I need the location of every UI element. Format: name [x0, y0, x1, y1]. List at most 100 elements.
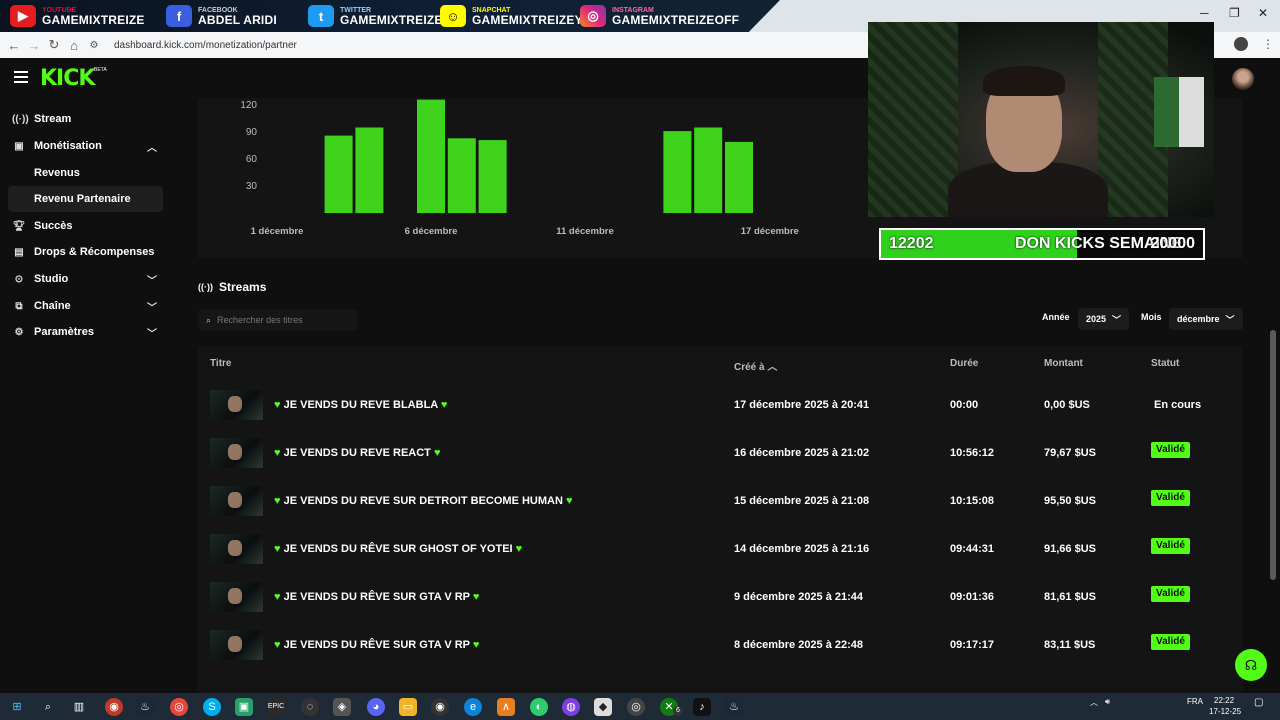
folder-icon[interactable]: ▭: [399, 698, 417, 716]
amount: 95,50 $US: [1044, 495, 1096, 507]
stream-thumbnail[interactable]: [210, 630, 263, 660]
chevron-up-icon[interactable]: ︿: [1090, 697, 1098, 708]
tiktok-icon[interactable]: ♪: [693, 698, 711, 716]
app-icon[interactable]: ∧: [497, 698, 515, 716]
menu-icon[interactable]: ⋮: [1262, 37, 1274, 51]
task-view-icon[interactable]: ▥: [70, 698, 88, 716]
chart-bar[interactable]: [725, 141, 753, 213]
stream-title[interactable]: ♥ JE VENDS DU REVE REACT ♥: [274, 447, 441, 459]
green-heart-icon: ♥: [274, 639, 281, 651]
reload-icon[interactable]: ↻: [44, 37, 64, 53]
clock-date[interactable]: 17-12-25: [1209, 707, 1241, 716]
taskbar: ⊞ ⌕ ▥ ◉ ♨ ◎ S ▣ EPIC ◌ ◈ ◕ ▭ ◉ e ∧ ◐ ◍ ◆…: [0, 693, 1280, 720]
search-icon[interactable]: ⌕: [39, 698, 57, 716]
chart-bar[interactable]: [663, 131, 692, 213]
support-chat-button[interactable]: ☊: [1235, 649, 1267, 681]
stream-thumbnail[interactable]: [210, 534, 263, 564]
column-amount[interactable]: Montant: [1044, 358, 1083, 369]
notification-icon[interactable]: ▢: [1254, 697, 1263, 708]
status-badge: Validé: [1151, 490, 1190, 506]
close-icon[interactable]: ✕: [1258, 6, 1268, 20]
sidebar-item-succes[interactable]: 🏆︎ Succès: [8, 213, 163, 239]
chart-bar[interactable]: [324, 135, 353, 213]
column-created[interactable]: Créé à ︿: [734, 358, 777, 373]
sidebar-item-chaine[interactable]: ⧉ Chaîne ﹀: [8, 293, 163, 319]
stream-title[interactable]: ♥ JE VENDS DU RÊVE SUR GHOST OF YOTEI ♥: [274, 543, 522, 555]
app-icon[interactable]: ◎: [627, 698, 645, 716]
chevron-up-icon: ︿: [147, 142, 157, 154]
edge-icon[interactable]: e: [464, 698, 482, 716]
back-icon[interactable]: ←: [4, 38, 24, 53]
sidebar-item-monetisation[interactable]: ▣ Monétisation ︿: [8, 133, 163, 159]
chart-bar[interactable]: [355, 127, 384, 214]
sidebar-item-studio[interactable]: ⊙ Studio ﹀: [8, 266, 163, 292]
forward-icon[interactable]: →: [24, 38, 44, 53]
sidebar-item-revenus[interactable]: Revenus: [8, 160, 163, 186]
column-duration[interactable]: Durée: [950, 358, 978, 369]
stream-thumbnail[interactable]: [210, 486, 263, 516]
stream-title[interactable]: ♥ JE VENDS DU REVE BLABLA ♥: [274, 399, 447, 411]
epic-games-icon[interactable]: EPIC: [267, 698, 285, 716]
obs-icon[interactable]: ◉: [431, 698, 449, 716]
table-row[interactable]: ♥ JE VENDS DU REVE SUR DETROIT BECOME HU…: [197, 478, 1243, 526]
app-icon[interactable]: ◐: [530, 698, 548, 716]
app-icon[interactable]: ◌: [301, 698, 319, 716]
hamburger-icon[interactable]: [14, 71, 28, 83]
volume-icon[interactable]: 🔊︎: [1105, 697, 1110, 707]
stream-thumbnail[interactable]: [210, 390, 263, 420]
gear-icon: ⚙: [14, 326, 24, 338]
youtube-tag: ▶ YOUTUBE GAMEMIXTREIZE: [10, 3, 145, 29]
stream-thumbnail[interactable]: [210, 438, 263, 468]
minimize-icon[interactable]: ─: [1200, 6, 1209, 20]
table-row[interactable]: ♥ JE VENDS DU RÊVE SUR GTA V RP ♥ 9 déce…: [197, 574, 1243, 622]
steam-icon[interactable]: ♨: [725, 698, 743, 716]
clock-time[interactable]: 22:22: [1214, 696, 1234, 705]
sidebar-item-drops[interactable]: ▤ Drops & Récompenses: [8, 239, 163, 265]
column-title[interactable]: Titre: [210, 358, 232, 369]
search-input[interactable]: ⌕ Rechercher des titres: [198, 309, 358, 331]
app-icon[interactable]: ◈: [333, 698, 351, 716]
column-status[interactable]: Statut: [1151, 358, 1179, 369]
url-field[interactable]: dashboard.kick.com/monetization/partner: [114, 40, 297, 51]
scrollbar[interactable]: [1270, 100, 1276, 690]
stream-title[interactable]: ♥ JE VENDS DU REVE SUR DETROIT BECOME HU…: [274, 495, 573, 507]
facebook-tag: f FACEBOOK ABDEL ARIDI: [166, 3, 277, 29]
language-indicator[interactable]: FRA: [1187, 697, 1203, 706]
stream-title[interactable]: ♥ JE VENDS DU RÊVE SUR GTA V RP ♥: [274, 591, 479, 603]
year-select[interactable]: 2025 ﹀: [1078, 308, 1130, 330]
sidebar-item-stream[interactable]: ((·)) Stream: [8, 106, 163, 132]
chart-bar[interactable]: [417, 99, 445, 213]
windows-start-icon[interactable]: ⊞: [8, 698, 26, 716]
kick-logo[interactable]: KICK: [40, 66, 95, 91]
table-row[interactable]: ♥ JE VENDS DU REVE REACT ♥ 16 décembre 2…: [197, 430, 1243, 478]
sidebar-item-revenu-partenaire[interactable]: Revenu Partenaire: [8, 186, 163, 212]
created-at: 8 décembre 2025 à 22:48: [734, 639, 864, 651]
snapchat-icon: ☺: [440, 5, 466, 27]
table-row[interactable]: ♥ JE VENDS DU RÊVE SUR GHOST OF YOTEI ♥ …: [197, 526, 1243, 574]
amount: 0,00 $US: [1044, 399, 1090, 411]
month-select[interactable]: décembre ﹀: [1169, 308, 1243, 330]
app-icon[interactable]: ▣: [235, 698, 253, 716]
chrome-icon[interactable]: ◎: [170, 698, 188, 716]
steam-icon[interactable]: ♨: [136, 698, 154, 716]
stream-title[interactable]: ♥ JE VENDS DU RÊVE SUR GTA V RP ♥: [274, 639, 479, 651]
discord-icon[interactable]: ◕: [367, 698, 385, 716]
sidebar-item-parametres[interactable]: ⚙ Paramètres ﹀: [8, 319, 163, 345]
table-row[interactable]: ♥ JE VENDS DU RÊVE SUR GTA V RP ♥ 8 déce…: [197, 622, 1243, 670]
avatar[interactable]: [1232, 68, 1254, 90]
stream-thumbnail[interactable]: [210, 582, 263, 612]
site-info-icon[interactable]: ⚙: [84, 40, 104, 51]
maximize-icon[interactable]: ❐: [1229, 6, 1240, 20]
app-icon[interactable]: ◍: [562, 698, 580, 716]
chart-bar[interactable]: [447, 138, 476, 213]
skype-icon[interactable]: S: [203, 698, 221, 716]
roblox-icon[interactable]: ◆: [594, 698, 612, 716]
chart-bar[interactable]: [694, 127, 723, 214]
home-icon[interactable]: ⌂: [64, 38, 84, 53]
profile-icon[interactable]: [1234, 37, 1248, 51]
app-icon[interactable]: ◉: [105, 698, 123, 716]
chart-bar[interactable]: [478, 140, 507, 213]
table-row[interactable]: ♥ JE VENDS DU REVE BLABLA ♥ 17 décembre …: [197, 382, 1243, 430]
badge-count: 6: [673, 706, 683, 716]
green-heart-icon: ♥: [274, 543, 281, 555]
